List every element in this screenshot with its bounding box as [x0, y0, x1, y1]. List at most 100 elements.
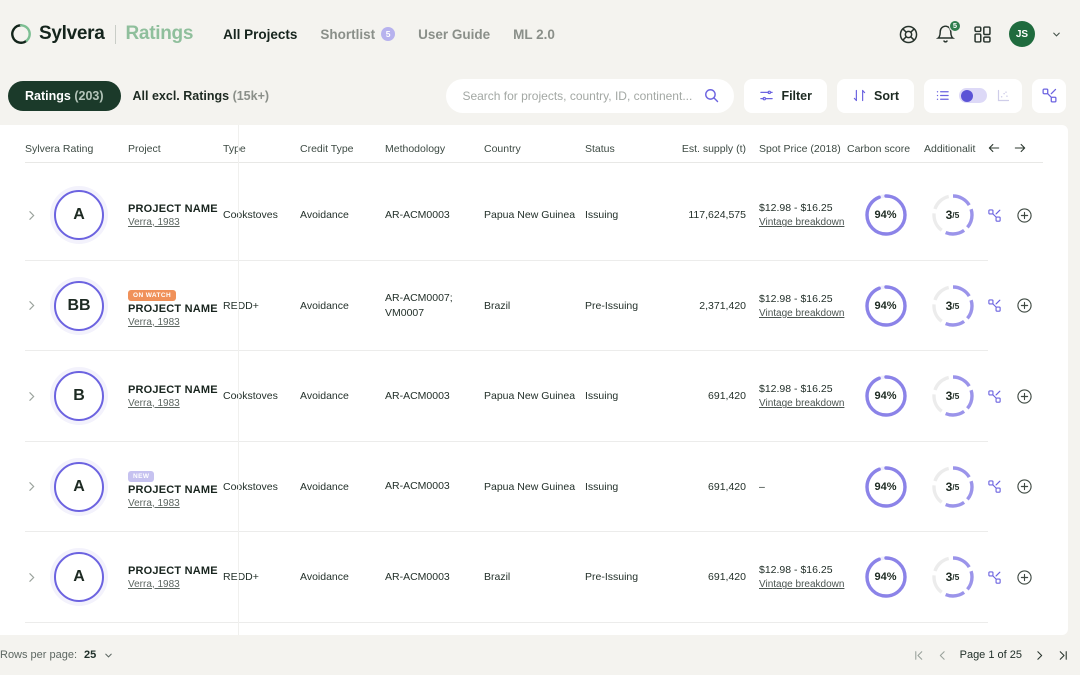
row-add-button[interactable]: [1016, 297, 1033, 314]
view-mode-group: [924, 78, 1022, 113]
vintage-breakdown-link[interactable]: Vintage breakdown: [759, 398, 847, 409]
notifications-button[interactable]: 5: [935, 19, 961, 45]
column-header-type[interactable]: Type: [223, 143, 300, 155]
plus-circle-icon: [1017, 479, 1032, 494]
arrow-left-icon[interactable]: [987, 141, 1001, 155]
row-add-button[interactable]: [1016, 388, 1033, 405]
project-name[interactable]: PROJECT NAME: [128, 203, 223, 215]
nav-item-ml-2[interactable]: ML 2.0: [513, 27, 555, 42]
cell-carbon-score[interactable]: 94%: [847, 193, 924, 237]
compare-nodes-icon: [988, 299, 1001, 312]
row-expand-icon[interactable]: [25, 209, 38, 222]
table-row[interactable]: A PROJECT NAME Verra, 1983 REDD+ Avoidan…: [0, 532, 1068, 623]
list-view-icon[interactable]: [935, 88, 950, 103]
column-header-carbon-score[interactable]: Carbon score: [847, 143, 924, 155]
column-header-status[interactable]: Status: [585, 143, 659, 155]
column-header-project[interactable]: Project: [128, 143, 223, 155]
sylvera-rating-badge: A: [54, 552, 104, 603]
compare-nodes-icon: [1041, 88, 1057, 103]
row-add-button[interactable]: [1016, 478, 1033, 495]
search-icon[interactable]: [703, 87, 720, 104]
row-compare-button[interactable]: [987, 479, 1002, 494]
rows-per-page-control[interactable]: Rows per page: 25: [0, 649, 114, 661]
row-compare-button[interactable]: [987, 570, 1002, 585]
project-registry[interactable]: Verra, 1983: [128, 217, 223, 228]
row-compare-button[interactable]: [987, 298, 1002, 313]
vintage-breakdown-link[interactable]: Vintage breakdown: [759, 308, 847, 319]
column-header-methodology[interactable]: Methodology: [385, 143, 484, 155]
first-page-icon[interactable]: [912, 649, 925, 662]
filter-label: Filter: [781, 88, 812, 103]
user-avatar[interactable]: JS: [1009, 21, 1035, 47]
row-expand-icon[interactable]: [25, 571, 38, 584]
arrow-right-icon[interactable]: [1013, 141, 1027, 155]
cell-additionality[interactable]: 3/5: [924, 374, 981, 418]
filter-button[interactable]: Filter: [744, 78, 827, 113]
table-row[interactable]: A PROJECT NAME Verra, 1983 Cookstoves Av…: [0, 170, 1068, 261]
project-registry[interactable]: Verra, 1983: [128, 498, 223, 509]
next-page-icon[interactable]: [1033, 649, 1046, 662]
table-row[interactable]: A NEW PROJECT NAME Verra, 1983 Cookstove…: [0, 442, 1068, 533]
cell-carbon-score[interactable]: 94%: [847, 465, 924, 509]
help-button[interactable]: [898, 24, 919, 45]
sort-label: Sort: [874, 88, 899, 103]
cell-additionality[interactable]: 3/5: [924, 193, 981, 237]
row-compare-button[interactable]: [987, 208, 1002, 223]
project-name[interactable]: PROJECT NAME: [128, 565, 223, 577]
tab-ratings[interactable]: Ratings (203): [8, 80, 121, 111]
view-mode-toggle[interactable]: [959, 88, 987, 103]
column-header-spot-price[interactable]: Spot Price (2018): [746, 143, 847, 155]
table-row[interactable]: B PROJECT NAME Verra, 1983 Cookstoves Av…: [0, 351, 1068, 442]
tab-all-excl-ratings[interactable]: All excl. Ratings (15k+): [133, 89, 270, 103]
last-page-icon[interactable]: [1057, 649, 1070, 662]
column-header-additionality[interactable]: Additionalit: [924, 143, 981, 155]
row-add-button[interactable]: [1016, 569, 1033, 586]
column-header-est-supply[interactable]: Est. supply (t): [659, 143, 746, 155]
column-header-country[interactable]: Country: [484, 143, 585, 155]
project-registry[interactable]: Verra, 1983: [128, 398, 223, 409]
chevron-down-icon[interactable]: [1051, 29, 1062, 40]
cell-additionality[interactable]: 3/5: [924, 555, 981, 599]
sort-button[interactable]: Sort: [837, 78, 914, 113]
cell-carbon-score[interactable]: 94%: [847, 374, 924, 418]
vintage-breakdown-link[interactable]: Vintage breakdown: [759, 579, 847, 590]
project-registry[interactable]: Verra, 1983: [128, 317, 223, 328]
vintage-breakdown-link[interactable]: Vintage breakdown: [759, 217, 847, 228]
search-container[interactable]: [446, 78, 735, 113]
cell-additionality[interactable]: 3/5: [924, 465, 981, 509]
additionality-value: 3/5: [945, 208, 960, 223]
nav-item-user-guide[interactable]: User Guide: [418, 27, 490, 42]
nav-item-shortlist[interactable]: Shortlist 5: [320, 27, 396, 42]
project-tag-badge: NEW: [128, 470, 155, 482]
project-name[interactable]: PROJECT NAME: [128, 484, 223, 496]
column-header-sylvera-rating[interactable]: Sylvera Rating: [25, 143, 128, 155]
cell-carbon-score[interactable]: 94%: [847, 284, 924, 328]
row-expand-icon[interactable]: [25, 299, 38, 312]
cell-carbon-score[interactable]: 94%: [847, 555, 924, 599]
nav-item-all-projects[interactable]: All Projects: [223, 27, 297, 42]
cell-methodology: AR-ACM0003: [385, 570, 450, 583]
prev-page-icon[interactable]: [936, 649, 949, 662]
row-expand-icon[interactable]: [25, 480, 38, 493]
plus-circle-icon: [1017, 570, 1032, 585]
table-row[interactable]: BB ON WATCH PROJECT NAME Verra, 1983 RED…: [0, 261, 1068, 352]
column-header-credit-type[interactable]: Credit Type: [300, 143, 385, 155]
project-cell: ON WATCH PROJECT NAME Verra, 1983: [128, 284, 223, 328]
cell-additionality[interactable]: 3/5: [924, 284, 981, 328]
row-expand-icon[interactable]: [25, 390, 38, 403]
row-add-button[interactable]: [1016, 207, 1033, 224]
apps-grid-button[interactable]: [972, 24, 993, 45]
chevron-down-icon[interactable]: [103, 650, 114, 661]
spot-price-value: $12.98 - $16.25: [759, 202, 833, 215]
brand-logo[interactable]: Sylvera Ratings: [10, 23, 193, 45]
project-registry[interactable]: Verra, 1983: [128, 579, 223, 590]
row-compare-button[interactable]: [987, 389, 1002, 404]
spot-price-value: $12.98 - $16.25: [759, 383, 833, 396]
project-name[interactable]: PROJECT NAME: [128, 303, 223, 315]
project-name[interactable]: PROJECT NAME: [128, 384, 223, 396]
search-input[interactable]: [462, 88, 696, 103]
compare-projects-button[interactable]: [1032, 78, 1066, 113]
scatter-chart-icon[interactable]: [996, 88, 1011, 103]
cell-est-supply: 2,371,420: [699, 299, 746, 312]
cell-credit-type: Avoidance: [300, 480, 349, 493]
